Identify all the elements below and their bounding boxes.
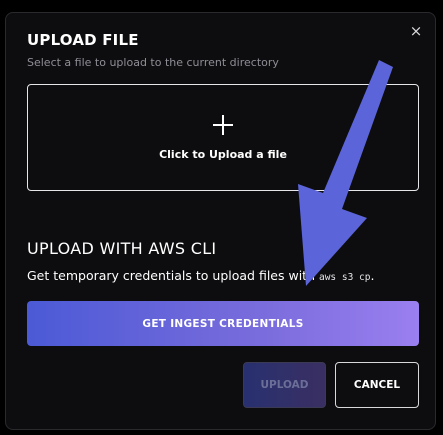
modal-subtitle: Select a file to upload to the current d… — [27, 56, 279, 69]
upload-dropzone[interactable]: Click to Upload a file — [27, 84, 419, 191]
modal-title: UPLOAD FILE — [27, 31, 139, 49]
cli-section-title: UPLOAD WITH AWS CLI — [27, 239, 217, 258]
dropzone-label: Click to Upload a file — [159, 148, 287, 161]
plus-icon — [213, 115, 233, 135]
cli-command: aws s3 cp — [318, 272, 371, 283]
cli-description: Get temporary credentials to upload file… — [27, 268, 374, 283]
cancel-button[interactable]: CANCEL — [335, 362, 419, 408]
cli-description-suffix: . — [370, 268, 375, 283]
upload-button[interactable]: UPLOAD — [243, 362, 326, 408]
cli-description-text: Get temporary credentials to upload file… — [27, 268, 319, 283]
close-icon[interactable]: × — [407, 22, 425, 40]
get-ingest-credentials-button[interactable]: GET INGEST CREDENTIALS — [27, 301, 419, 346]
